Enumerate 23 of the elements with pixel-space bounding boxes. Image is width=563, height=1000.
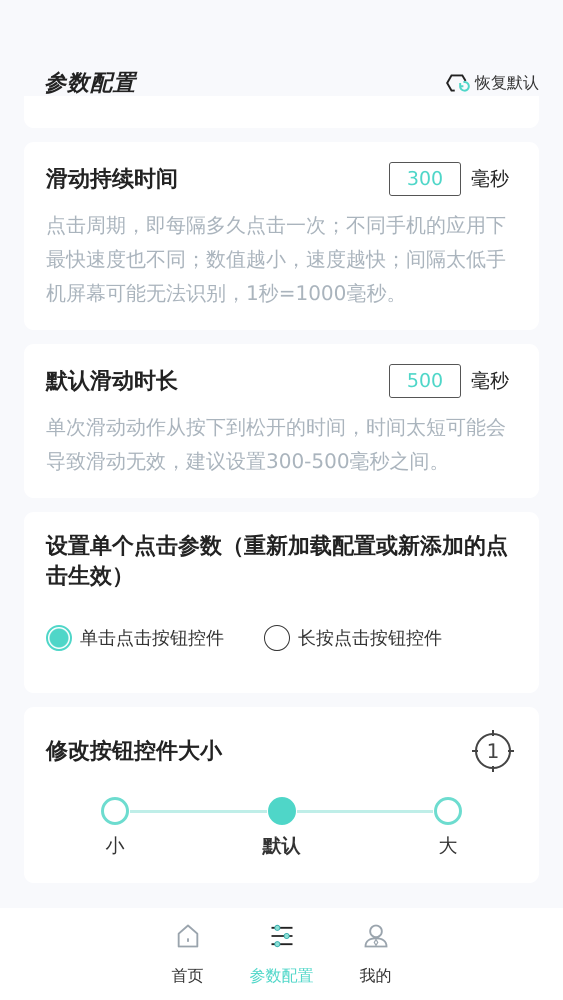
restore-default-button[interactable]: 恢复默认 xyxy=(445,70,539,96)
page-title: 参数配置 xyxy=(44,70,136,98)
step-label: 大 xyxy=(438,834,458,860)
setting-title: 默认滑动时长 xyxy=(46,368,179,396)
setting-title: 修改按钮控件大小 xyxy=(46,738,224,766)
step-dot[interactable] xyxy=(268,797,296,826)
setting-description: 点击周期，即每隔多久点击一次；不同手机的应用下最快速度也不同；数值越小，速度越快；间隔太低手机屏幕可能无法识别，1秒=1000毫秒。 xyxy=(46,212,507,307)
unit-label: 毫秒 xyxy=(471,369,509,394)
setting-description: 单次滑动动作从按下到松开的时间，时间太短可能会导致滑动无效，建议设置300-500毫秒之间。 xyxy=(46,414,507,475)
nav-tab[interactable]: 首页 xyxy=(172,908,204,1000)
step-label: 默认 xyxy=(262,834,300,860)
unit-label: 毫秒 xyxy=(471,167,509,192)
setting-title: 滑动持续时间 xyxy=(46,166,179,194)
radio-label[interactable]: 单击点击按钮控件 xyxy=(80,626,224,650)
setting-title: 设置单个点击参数（重新加载配置或新添加的点击生效） xyxy=(46,533,509,591)
user-icon xyxy=(362,922,390,950)
nav-tab[interactable]: 我的 xyxy=(360,908,392,1000)
step-label: 小 xyxy=(106,834,124,860)
badge-number: 1 xyxy=(486,739,500,764)
step-dot[interactable] xyxy=(434,797,462,826)
step-dot[interactable] xyxy=(101,797,129,826)
radio-label[interactable]: 长按点击按钮控件 xyxy=(298,626,442,650)
radio-button[interactable] xyxy=(264,625,290,652)
